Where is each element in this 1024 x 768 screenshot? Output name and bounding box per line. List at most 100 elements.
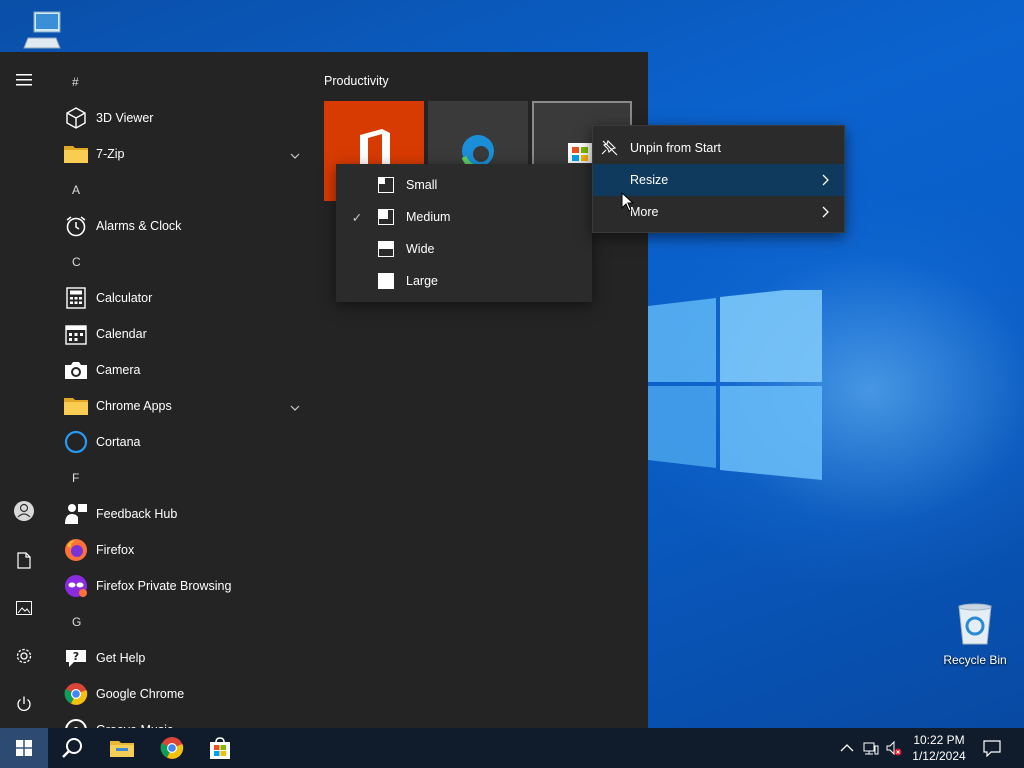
app-name: Google Chrome [96,687,185,701]
resize-submenu: Small ✓ Medium Wide Large [336,164,592,302]
groove-music-icon [64,718,88,728]
start-menu: #3D Viewer 7-Zip A Alarms & Clock C Calculato… [0,52,648,728]
app-name: 7-Zip [96,147,125,161]
app-list-item[interactable]: ? Get Help [56,640,312,676]
calendar-icon [64,322,88,346]
app-list-item[interactable]: 3D Viewer [56,100,312,136]
search-icon [62,738,82,758]
file-explorer-button[interactable] [98,728,146,768]
unpin-from-start-label: Unpin from Start [630,141,722,155]
app-list-item[interactable]: Calculator [56,280,312,316]
app-list-item[interactable]: Firefox [56,532,312,568]
firefox-icon [64,538,88,562]
section-letter: F [72,471,80,485]
app-name: Camera [96,363,141,377]
windows-start-icon [16,740,32,756]
action-center-icon[interactable] [983,739,1001,757]
recycle-bin-icon [958,603,992,645]
svg-text:?: ? [73,650,79,663]
resize-wide-option[interactable]: Wide [336,233,592,265]
power-icon[interactable] [12,692,36,716]
app-name: Cortana [96,435,141,449]
folder-icon [64,142,88,166]
section-letter-header[interactable]: G [56,604,312,640]
resize-small-label: Small [406,178,438,192]
app-name: Firefox [96,543,135,557]
this-pc-icon [23,11,61,49]
resize-medium-label: Medium [406,210,451,224]
resize-medium-option[interactable]: ✓ Medium [336,201,592,233]
section-letter: C [72,255,81,269]
app-list-item[interactable]: Camera [56,352,312,388]
tile-group-title: Productivity [324,74,389,88]
app-name: Chrome Apps [96,399,172,413]
get-help-icon: ? [64,646,88,670]
start-button[interactable] [0,728,48,768]
section-letter: G [72,615,82,629]
taskbar: 10:22 PM 1/12/2024 [0,728,1024,768]
app-name: Calculator [96,291,153,305]
pictures-icon[interactable] [12,596,36,620]
file-explorer-icon [110,741,134,757]
section-letter-header[interactable]: # [56,64,312,100]
3d-viewer-icon [64,106,88,130]
app-list-item[interactable]: Alarms & Clock [56,208,312,244]
resize-small-option[interactable]: Small [336,169,592,201]
feedback-hub-icon [64,502,88,526]
chevron-down-icon[interactable] [290,400,300,414]
cortana-icon [64,430,88,454]
app-list-item[interactable]: 7-Zip [56,136,312,172]
app-list-item[interactable]: Calendar [56,316,312,352]
microsoft-store-icon [210,737,230,759]
resize-large-option[interactable]: Large [336,265,592,297]
alarm-clock-icon [64,214,88,238]
clock-date: 1/12/2024 [912,749,966,763]
checkmark-icon: ✓ [351,210,363,225]
app-list-item[interactable]: Cortana [56,424,312,460]
small-tile-size-icon [378,177,394,193]
network-icon[interactable] [863,740,879,756]
app-list-item[interactable]: Chrome Apps [56,388,312,424]
mouse-pointer-icon [621,192,635,212]
section-letter: A [72,183,81,197]
section-letter-header[interactable]: A [56,172,312,208]
large-tile-size-icon [378,273,394,289]
camera-icon [64,358,88,382]
app-list-item[interactable]: Feedback Hub [56,496,312,532]
section-letter-header[interactable]: C [56,244,312,280]
recycle-bin-desktop-icon[interactable]: Recycle Bin [935,602,1015,667]
app-name: Calendar [96,327,147,341]
app-list-item[interactable]: Google Chrome [56,676,312,712]
chrome-icon [64,682,88,706]
unpin-icon [601,139,618,156]
chevron-right-icon [822,206,829,218]
firefox-private-icon [64,574,88,598]
app-name: Firefox Private Browsing [96,579,232,593]
taskbar-clock[interactable]: 10:22 PM 1/12/2024 [902,732,976,764]
this-pc-desktop-icon[interactable] [0,8,80,57]
chevron-down-icon[interactable] [290,148,300,162]
app-name: Alarms & Clock [96,219,182,233]
all-apps-list: #3D Viewer 7-Zip A Alarms & Clock C Calculato… [56,64,312,728]
unpin-from-start-item[interactable]: Unpin from Start [593,132,844,164]
app-list-item[interactable]: Firefox Private Browsing [56,568,312,604]
store-taskbar-button[interactable] [196,728,244,768]
chrome-icon [160,737,184,759]
chrome-taskbar-button[interactable] [148,728,196,768]
medium-tile-size-icon [378,209,394,225]
resize-wide-label: Wide [406,242,435,256]
calculator-icon [64,286,88,310]
search-button[interactable] [48,728,96,768]
app-list-item[interactable]: Groove Music [56,712,312,728]
user-account-icon[interactable] [12,499,36,523]
windows-wallpaper-logo [648,290,822,480]
chevron-up-icon[interactable] [839,740,855,756]
documents-icon[interactable] [12,548,36,572]
section-letter-header[interactable]: F [56,460,312,496]
volume-muted-icon[interactable] [886,740,902,756]
settings-icon[interactable] [12,644,36,668]
resize-label: Resize [630,173,669,187]
folder-icon [64,394,88,418]
hamburger-menu-icon[interactable] [12,68,36,92]
app-name: 3D Viewer [96,111,154,125]
